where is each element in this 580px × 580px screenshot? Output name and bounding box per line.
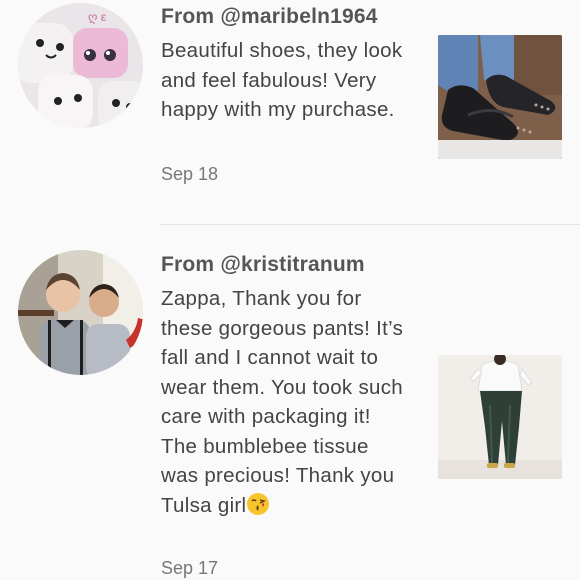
review-text: Zappa, Thank you for these gorgeous pant… bbox=[161, 284, 406, 520]
svg-text:ღ ε: ღ ε bbox=[88, 10, 107, 24]
review-text: Beautiful shoes, they look and feel fabu… bbox=[161, 39, 403, 121]
divider bbox=[160, 224, 580, 225]
shoes-image bbox=[438, 35, 562, 159]
review-author[interactable]: From @kristitranum bbox=[161, 253, 365, 277]
avatar[interactable]: ღ ε bbox=[18, 3, 143, 128]
review-date: Sep 18 bbox=[161, 164, 219, 184]
review-date: Sep 17 bbox=[161, 558, 219, 578]
pants-image bbox=[438, 355, 562, 479]
product-thumbnail[interactable] bbox=[438, 355, 562, 479]
kissing-face-emoji bbox=[247, 492, 270, 515]
review-author[interactable]: From @maribeln1964 bbox=[161, 5, 378, 29]
avatar-image: ღ ε bbox=[18, 3, 143, 128]
review-text-content: Zappa, Thank you for these gorgeous pant… bbox=[161, 287, 404, 517]
avatar-image bbox=[18, 250, 143, 375]
product-thumbnail[interactable] bbox=[438, 35, 562, 159]
avatar[interactable] bbox=[18, 250, 143, 375]
